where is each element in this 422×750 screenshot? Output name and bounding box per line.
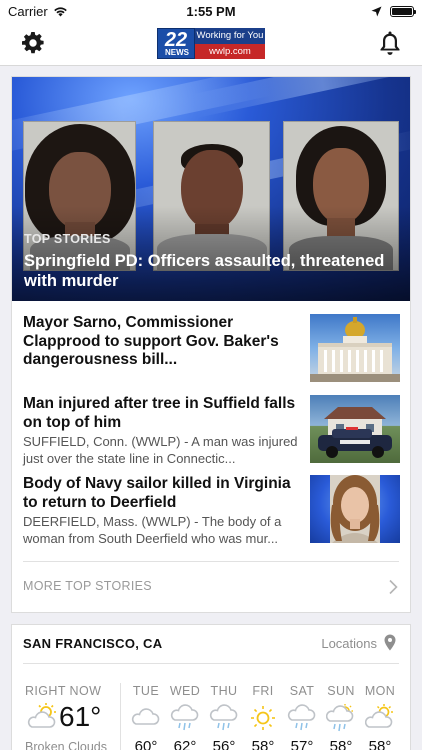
story-thumbnail bbox=[310, 314, 400, 382]
forecast-day: TUE 60° bbox=[126, 684, 166, 750]
story-summary: DEERFIELD, Mass. (WWLP) - The body of a … bbox=[23, 514, 282, 546]
locations-button[interactable]: Locations bbox=[321, 636, 377, 651]
current-condition: Broken Clouds bbox=[25, 740, 107, 750]
partly-cloudy-icon bbox=[365, 704, 393, 728]
forecast-temp: 56° bbox=[212, 738, 236, 750]
wifi-icon bbox=[53, 6, 67, 16]
status-bar: Carrier 1:55 PM bbox=[0, 0, 422, 22]
story-item[interactable]: Mayor Sarno, Commissioner Clapprood to s… bbox=[23, 314, 401, 384]
sun-icon bbox=[251, 706, 275, 730]
nav-bar: 22 NEWS Working for You wwlp.com bbox=[0, 22, 422, 66]
partly-cloudy-icon bbox=[27, 703, 56, 728]
statehouse-image bbox=[310, 317, 400, 382]
divider bbox=[120, 683, 121, 750]
divider bbox=[23, 663, 399, 664]
forecast-day-label: THU bbox=[210, 684, 238, 698]
forecast-day-label: TUE bbox=[132, 684, 160, 698]
forecast-day-label: WED bbox=[169, 684, 201, 698]
forecast-day-label: SAT bbox=[289, 684, 315, 698]
divider bbox=[23, 561, 399, 562]
forecast-day: MON 58° bbox=[360, 684, 400, 750]
station-logo: 22 NEWS Working for You wwlp.com bbox=[157, 28, 265, 59]
police-car-image bbox=[318, 407, 392, 458]
story-summary: SUFFIELD, Conn. (WWLP) - A man was injur… bbox=[23, 434, 298, 466]
rain-cloud-icon bbox=[170, 704, 199, 731]
forecast-day-label: MON bbox=[364, 684, 396, 698]
top-stories-card: TOP STORIES Springfield PD: Officers ass… bbox=[11, 76, 411, 613]
forecast-temp: 60° bbox=[134, 738, 158, 750]
hero-story[interactable]: TOP STORIES Springfield PD: Officers ass… bbox=[12, 77, 410, 301]
forecast-temp: 57° bbox=[290, 738, 314, 750]
portrait-image bbox=[330, 475, 380, 543]
forecast-temp: 58° bbox=[329, 738, 353, 750]
story-thumbnail bbox=[310, 475, 400, 543]
forecast-day: SUN 58° bbox=[321, 684, 361, 750]
sun-rain-cloud-icon bbox=[326, 704, 354, 732]
forecast-day: SAT 57° bbox=[282, 684, 322, 750]
more-top-stories-link[interactable]: MORE TOP STORIES bbox=[23, 579, 152, 593]
rain-cloud-icon bbox=[209, 704, 238, 731]
status-time: 1:55 PM bbox=[186, 3, 236, 19]
forecast-day-label: FRI bbox=[252, 684, 274, 698]
forecast-temp: 58° bbox=[251, 738, 275, 750]
story-thumbnail bbox=[310, 395, 400, 463]
weather-city: SAN FRANCISCO, CA bbox=[23, 636, 163, 651]
forecast-day: WED 62° bbox=[165, 684, 205, 750]
logo-news: NEWS bbox=[165, 48, 189, 57]
hero-kicker: TOP STORIES bbox=[24, 232, 111, 246]
logo-url: wwlp.com bbox=[195, 44, 265, 59]
current-temperature: 61° bbox=[59, 701, 102, 732]
story-title[interactable]: Man injured after tree in Suffield falls… bbox=[23, 395, 301, 432]
hero-headline[interactable]: Springfield PD: Officers assaulted, thre… bbox=[24, 251, 404, 291]
battery-icon bbox=[390, 5, 416, 17]
chevron-right-icon[interactable] bbox=[388, 579, 398, 595]
gear-icon[interactable] bbox=[21, 31, 45, 55]
forecast-day: THU 56° bbox=[204, 684, 244, 750]
carrier-label: Carrier bbox=[8, 3, 48, 19]
logo-tagline: Working for You bbox=[195, 28, 265, 44]
story-item[interactable]: Body of Navy sailor killed in Virginia t… bbox=[23, 475, 401, 547]
story-title[interactable]: Body of Navy sailor killed in Virginia t… bbox=[23, 475, 301, 512]
cloud-icon bbox=[131, 708, 160, 725]
forecast-day-label: SUN bbox=[327, 684, 355, 698]
story-title[interactable]: Mayor Sarno, Commissioner Clapprood to s… bbox=[23, 314, 301, 370]
forecast-temp: 62° bbox=[173, 738, 197, 750]
current-weather-label: RIGHT NOW bbox=[25, 684, 102, 698]
forecast-day: FRI 58° bbox=[243, 684, 283, 750]
story-item[interactable]: Man injured after tree in Suffield falls… bbox=[23, 395, 401, 467]
forecast-temp: 58° bbox=[368, 738, 392, 750]
map-pin-icon[interactable] bbox=[384, 634, 396, 651]
location-arrow-icon bbox=[371, 6, 382, 16]
bell-icon[interactable] bbox=[378, 30, 402, 56]
rain-cloud-icon bbox=[287, 704, 316, 731]
weather-card: SAN FRANCISCO, CA Locations RIGHT NOW 61… bbox=[11, 624, 411, 750]
